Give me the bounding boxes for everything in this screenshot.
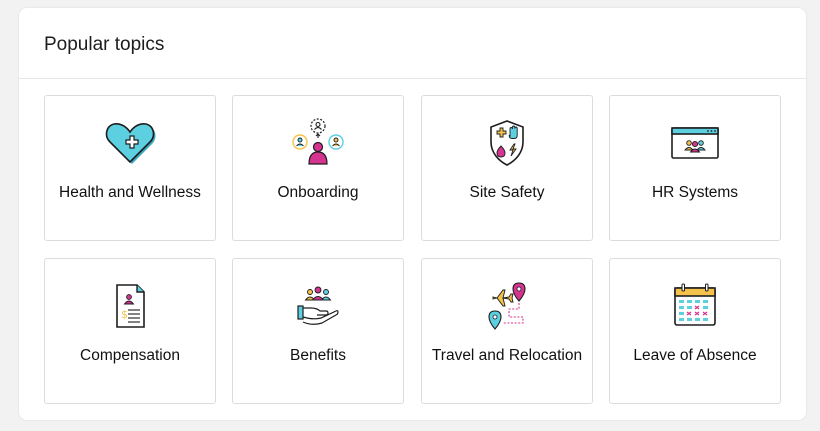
- topic-label: Compensation: [80, 347, 180, 364]
- travel-plane-pin-icon: [479, 281, 535, 331]
- hr-systems-window-icon: [667, 118, 723, 168]
- topic-label: Leave of Absence: [633, 347, 757, 364]
- topic-tile-site-safety[interactable]: Site Safety: [421, 95, 593, 241]
- panel-header: Popular topics: [19, 8, 806, 79]
- topic-label: Onboarding: [277, 184, 359, 201]
- topic-label: Health and Wellness: [59, 184, 201, 201]
- popular-topics-panel: Popular topics Health and Wellness Onboa…: [19, 8, 806, 420]
- topic-tile-hr-systems[interactable]: HR Systems: [609, 95, 781, 241]
- panel-title: Popular topics: [44, 34, 165, 55]
- topic-label: Travel and Relocation: [431, 347, 583, 364]
- topic-tile-health-and-wellness[interactable]: Health and Wellness: [44, 95, 216, 241]
- svg-text:$: $: [121, 308, 128, 321]
- topic-tile-compensation[interactable]: $ Compensation: [44, 258, 216, 404]
- topic-label: Site Safety: [469, 184, 545, 201]
- topic-tile-onboarding[interactable]: Onboarding: [232, 95, 404, 241]
- topic-label: Benefits: [289, 347, 346, 364]
- onboarding-people-icon: [290, 118, 346, 168]
- calendar-icon: [667, 281, 723, 331]
- topic-tile-benefits[interactable]: Benefits: [232, 258, 404, 404]
- topic-label: HR Systems: [651, 184, 739, 201]
- compensation-document-icon: $: [102, 281, 158, 331]
- topic-tile-leave-of-absence[interactable]: Leave of Absence: [609, 258, 781, 404]
- benefits-hand-people-icon: [290, 281, 346, 331]
- heart-health-icon: [102, 118, 158, 168]
- safety-shield-icon: [479, 118, 535, 168]
- topic-tile-travel-and-relocation[interactable]: Travel and Relocation: [421, 258, 593, 404]
